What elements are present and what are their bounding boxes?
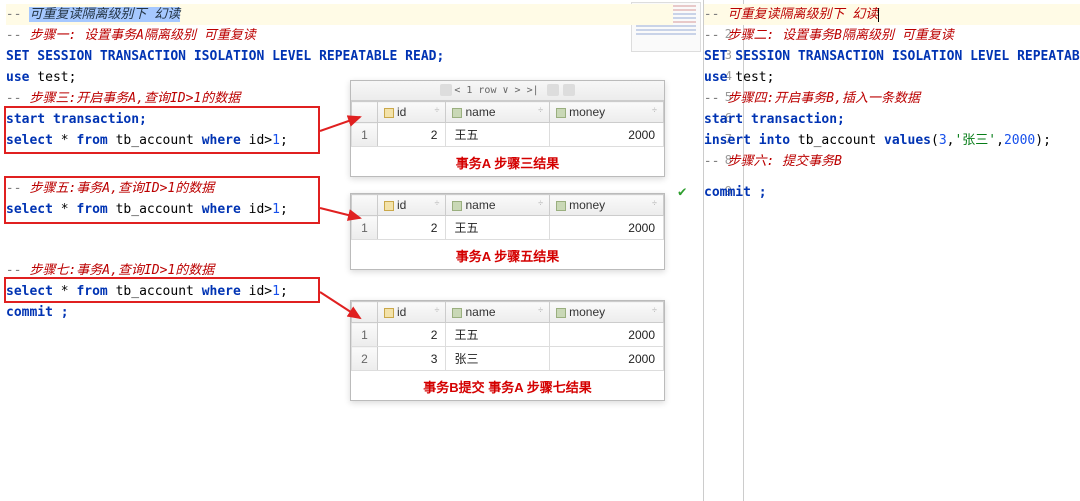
- code-line[interactable]: start transaction;: [704, 109, 1080, 130]
- code-line[interactable]: -- 步骤四:开启事务B,插入一条数据: [704, 88, 1080, 109]
- result-panel-step3: < 1 row ∨ > >| id÷name÷money÷ 12王五2000 事…: [350, 80, 665, 177]
- key-icon: [384, 108, 394, 118]
- table-row[interactable]: 12王五2000: [352, 216, 664, 240]
- right-code-pane: 1 2 3 4 5 6 7 8 9 -- 可重复读隔离级别下 幻读 -- 步骤二…: [704, 0, 1080, 501]
- result-table: id÷name÷money÷ 12王五2000 23张三2000: [351, 301, 664, 371]
- code-line[interactable]: -- 步骤二: 设置事务B隔离级别 可重复读: [704, 25, 1080, 46]
- col-money[interactable]: money÷: [550, 195, 664, 216]
- left-code-pane: ✔ -- 可重复读隔离级别下 幻读 -- 步骤一: 设置事务A隔离级别 可重复读…: [0, 0, 704, 501]
- code-line[interactable]: SET SESSION TRANSACTION ISOLATION LEVEL …: [704, 46, 1080, 67]
- table-header-row: id÷name÷money÷: [352, 102, 664, 123]
- code-line[interactable]: -- 可重复读隔离级别下 幻读: [704, 4, 1080, 25]
- column-icon: [452, 201, 462, 211]
- col-name[interactable]: name÷: [446, 102, 550, 123]
- text-cursor: [878, 8, 879, 22]
- table-header-row: id÷name÷money÷: [352, 195, 664, 216]
- code-line[interactable]: select * from tb_account where id>1;: [6, 281, 673, 302]
- result-caption: 事务A 步骤五结果: [351, 240, 664, 269]
- key-icon: [384, 308, 394, 318]
- result-caption: 事务A 步骤三结果: [351, 147, 664, 176]
- check-icon: ✔: [678, 184, 686, 200]
- toolbar-icon[interactable]: [563, 84, 575, 96]
- code-line[interactable]: -- 步骤六: 提交事务B: [704, 151, 1080, 172]
- editor-root: ✔ -- 可重复读隔离级别下 幻读 -- 步骤一: 设置事务A隔离级别 可重复读…: [0, 0, 1080, 501]
- col-id[interactable]: id÷: [378, 102, 446, 123]
- col-money[interactable]: money÷: [550, 102, 664, 123]
- code-line[interactable]: use test;: [704, 67, 1080, 88]
- result-table: id÷name÷money÷ 12王五2000: [351, 101, 664, 147]
- column-icon: [556, 108, 566, 118]
- result-table: id÷name÷money÷ 12王五2000: [351, 194, 664, 240]
- col-id[interactable]: id÷: [378, 302, 446, 323]
- col-name[interactable]: name÷: [446, 195, 550, 216]
- table-row[interactable]: 12王五2000: [352, 323, 664, 347]
- table-row[interactable]: 12王五2000: [352, 123, 664, 147]
- result-toolbar[interactable]: < 1 row ∨ > >|: [351, 81, 664, 101]
- result-caption: 事务B提交 事务A 步骤七结果: [351, 371, 664, 400]
- code-line[interactable]: SET SESSION TRANSACTION ISOLATION LEVEL …: [6, 46, 673, 67]
- code-line[interactable]: -- 可重复读隔离级别下 幻读: [6, 4, 673, 25]
- code-line[interactable]: -- 步骤一: 设置事务A隔离级别 可重复读: [6, 25, 673, 46]
- code-line[interactable]: commit ;: [704, 182, 1080, 203]
- result-panel-step5: id÷name÷money÷ 12王五2000 事务A 步骤五结果: [350, 193, 665, 270]
- result-panel-step7: id÷name÷money÷ 12王五2000 23张三2000 事务B提交 事…: [350, 300, 665, 401]
- toolbar-icon[interactable]: [440, 84, 452, 96]
- col-name[interactable]: name÷: [446, 302, 550, 323]
- column-icon: [556, 201, 566, 211]
- table-row[interactable]: 23张三2000: [352, 347, 664, 371]
- column-icon: [452, 308, 462, 318]
- table-header-row: id÷name÷money÷: [352, 302, 664, 323]
- code-line[interactable]: insert into tb_account values(3,'张三',200…: [704, 130, 1080, 151]
- col-id[interactable]: id÷: [378, 195, 446, 216]
- col-money[interactable]: money÷: [550, 302, 664, 323]
- column-icon: [452, 108, 462, 118]
- column-icon: [556, 308, 566, 318]
- toolbar-icon[interactable]: [547, 84, 559, 96]
- key-icon: [384, 201, 394, 211]
